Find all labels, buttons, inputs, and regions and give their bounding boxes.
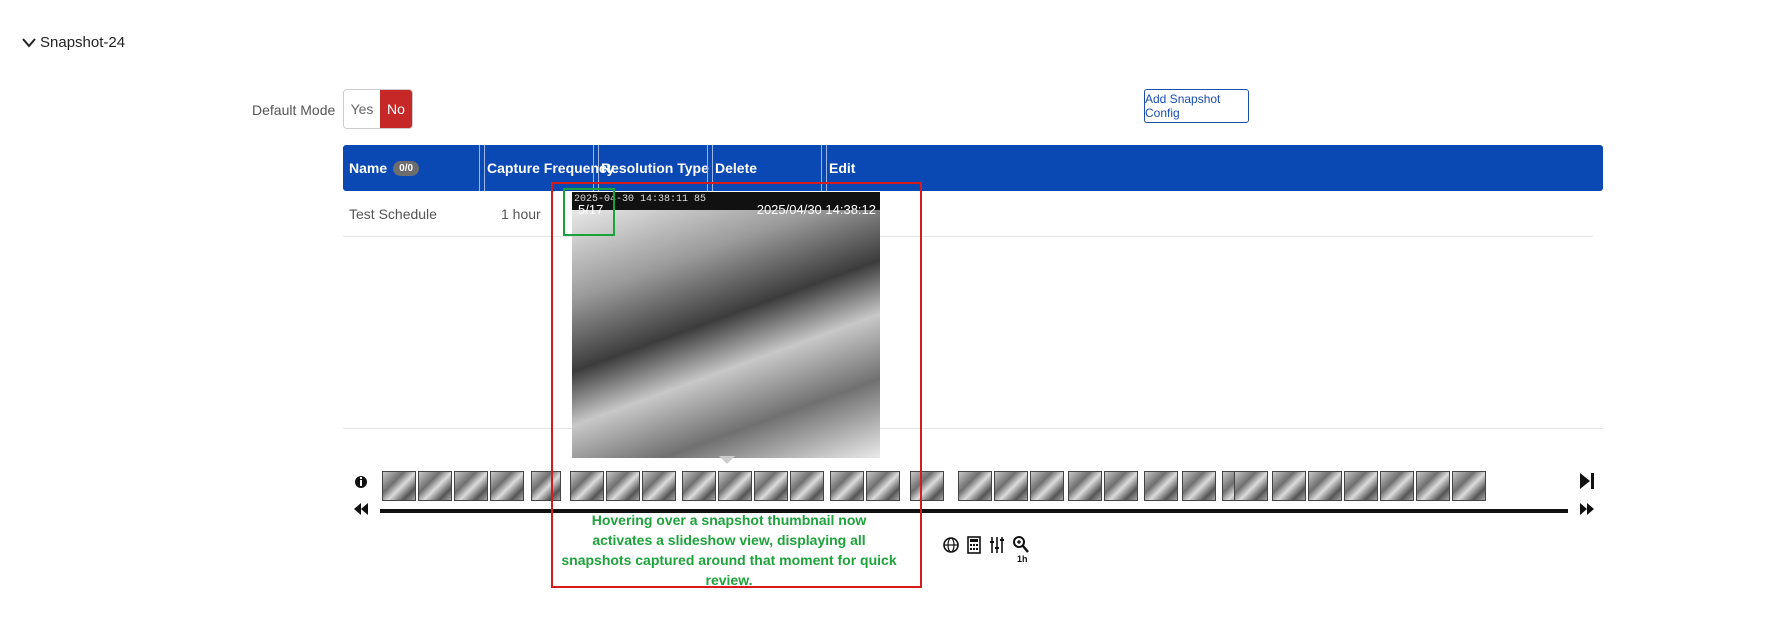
default-mode-toggle: Yes No — [343, 89, 413, 129]
snapshot-thumbnail[interactable] — [418, 471, 452, 501]
annotation-text: Hovering over a snapshot thumbnail now a… — [561, 512, 897, 588]
column-name-label: Name — [349, 160, 388, 176]
snapshot-thumbnail[interactable] — [1272, 471, 1306, 501]
default-mode-label: Default Mode — [252, 102, 336, 118]
snapshot-thumbnail[interactable] — [1030, 471, 1064, 501]
cell-name: Test Schedule — [349, 206, 437, 222]
table-row[interactable]: Test Schedule 1 hour — [343, 192, 1593, 237]
snapshot-thumbnail[interactable] — [490, 471, 524, 501]
timeline-tools: 1h — [943, 536, 1031, 564]
fast-forward-icon[interactable] — [1580, 503, 1594, 515]
fast-rewind-icon[interactable] — [354, 503, 368, 515]
cell-capture: 1 hour — [501, 206, 541, 222]
snapshot-thumbnail[interactable] — [1308, 471, 1342, 501]
chevron-down-icon — [22, 37, 36, 48]
skip-to-end-icon[interactable] — [1580, 473, 1594, 489]
counter-highlight-box — [563, 188, 615, 236]
zoom-control[interactable]: 1h — [1013, 536, 1031, 564]
info-icon[interactable] — [355, 474, 367, 490]
add-snapshot-config-button[interactable]: Add Snapshot Config — [1144, 89, 1249, 123]
snapshot-thumbnail[interactable] — [994, 471, 1028, 501]
snapshot-thumbnail[interactable] — [1182, 471, 1216, 501]
count-badge: 0/0 — [393, 160, 420, 176]
default-mode-yes[interactable]: Yes — [344, 90, 380, 128]
calculator-icon[interactable] — [967, 536, 981, 554]
column-resize-handle[interactable] — [479, 145, 485, 191]
table-header: Name 0/0 Capture Frequency Resolution Ty… — [343, 145, 1603, 191]
default-mode-no[interactable]: No — [380, 90, 412, 128]
snapshot-thumbnail[interactable] — [1068, 471, 1102, 501]
snapshot-thumbnail[interactable] — [382, 471, 416, 501]
snapshot-thumbnail[interactable] — [1344, 471, 1378, 501]
section-title: Snapshot-24 — [40, 34, 126, 51]
snapshot-thumbnail[interactable] — [1416, 471, 1450, 501]
globe-icon[interactable] — [943, 536, 959, 554]
column-name[interactable]: Name 0/0 — [349, 145, 420, 191]
zoom-level: 1h — [1017, 554, 1028, 564]
section-toggle[interactable]: Snapshot-24 — [22, 34, 125, 51]
filter-icon[interactable] — [989, 536, 1005, 554]
snapshot-thumbnail[interactable] — [1380, 471, 1414, 501]
table-divider — [343, 428, 1603, 429]
snapshot-thumbnail[interactable] — [454, 471, 488, 501]
snapshot-thumbnail[interactable] — [1234, 471, 1268, 501]
snapshot-thumbnail[interactable] — [1452, 471, 1486, 501]
snapshot-thumbnail[interactable] — [958, 471, 992, 501]
snapshot-thumbnail[interactable] — [1144, 471, 1178, 501]
snapshot-thumbnail[interactable] — [1104, 471, 1138, 501]
zoom-icon — [1013, 536, 1029, 553]
